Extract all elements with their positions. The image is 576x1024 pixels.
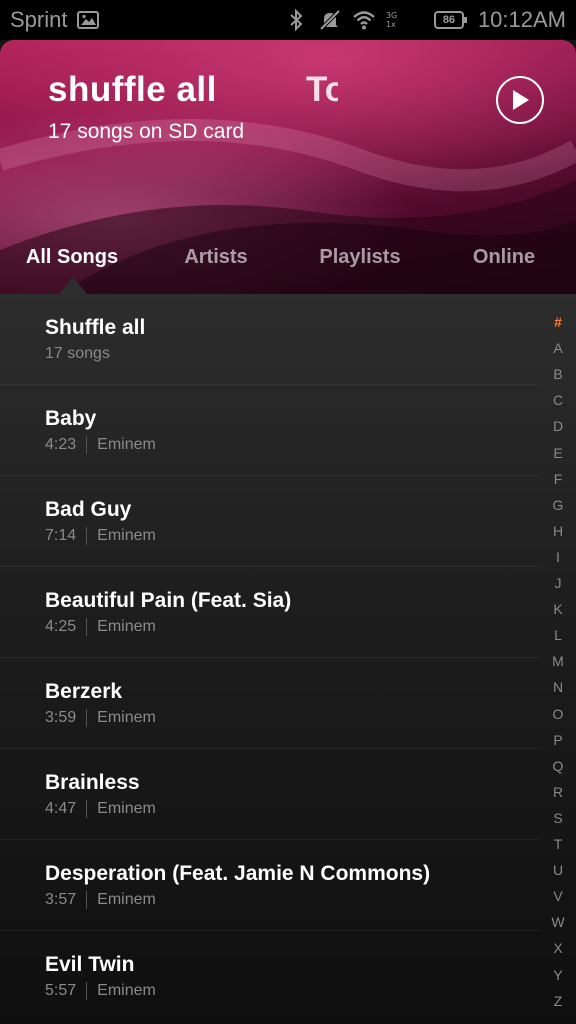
song-title: Baby <box>45 407 97 430</box>
song-artist: Eminem <box>97 709 156 726</box>
index-letter[interactable]: M <box>545 653 571 669</box>
song-title: Berzerk <box>45 680 123 703</box>
gallery-icon <box>77 11 100 29</box>
list-item[interactable]: Berzerk 3:59 Eminem <box>0 658 540 749</box>
song-duration: 4:47 <box>45 800 77 817</box>
index-letter[interactable]: D <box>545 418 571 434</box>
header-title: shuffle all <box>48 70 217 109</box>
list-item[interactable]: Desperation (Feat. Jamie N Commons) 3:57… <box>0 840 540 931</box>
tab-playlists[interactable]: Playlists <box>319 246 400 269</box>
index-letter[interactable]: S <box>545 810 571 826</box>
index-letter[interactable]: A <box>545 340 571 356</box>
index-letter[interactable]: Q <box>545 758 571 774</box>
song-meta: 3:59 Eminem <box>45 709 156 727</box>
index-letter[interactable]: E <box>545 445 571 461</box>
status-bar: Sprint 3G 1x 86 10:12AM <box>0 0 576 40</box>
song-duration: 4:25 <box>45 618 77 635</box>
meta-divider <box>86 436 88 454</box>
index-letter[interactable]: C <box>545 392 571 408</box>
song-duration: 3:57 <box>45 891 77 908</box>
shuffle-all-row[interactable]: Shuffle all 17 songs <box>0 294 540 385</box>
active-tab-indicator <box>59 277 87 294</box>
song-duration: 5:57 <box>45 982 77 999</box>
song-meta: 7:14 Eminem <box>45 527 156 545</box>
mute-icon <box>319 9 341 31</box>
song-artist: Eminem <box>97 527 156 544</box>
song-duration: 4:23 <box>45 436 77 453</box>
index-letter[interactable]: W <box>545 914 571 930</box>
tab-all-songs[interactable]: All Songs <box>26 246 118 269</box>
index-letter[interactable]: O <box>545 706 571 722</box>
tab-online[interactable]: Online <box>473 246 535 269</box>
index-letter[interactable]: X <box>545 940 571 956</box>
song-meta: 5:57 Eminem <box>45 982 156 1000</box>
meta-divider <box>86 527 88 545</box>
song-artist: Eminem <box>97 982 156 999</box>
meta-divider <box>86 891 88 909</box>
index-letter[interactable]: B <box>545 366 571 382</box>
song-duration: 3:59 <box>45 709 77 726</box>
carrier-label: Sprint <box>10 7 68 32</box>
clock: 10:12AM <box>477 7 566 32</box>
song-artist: Eminem <box>97 891 156 908</box>
next-page-title[interactable]: To <box>306 70 338 110</box>
song-count: 17 songs <box>45 345 110 362</box>
header-subtitle: 17 songs on SD card <box>48 120 245 143</box>
index-letter[interactable]: N <box>545 679 571 695</box>
song-duration: 7:14 <box>45 527 77 544</box>
meta-divider <box>86 800 88 818</box>
index-letter[interactable]: I <box>545 549 571 565</box>
list-item[interactable]: Beautiful Pain (Feat. Sia) 4:25 Eminem <box>0 567 540 658</box>
index-letter[interactable]: V <box>545 888 571 904</box>
index-letter[interactable]: F <box>545 471 571 487</box>
song-list: Shuffle all 17 songs Baby 4:23 Eminem Ba… <box>0 294 576 1024</box>
player-header: shuffle all To 17 songs on SD card All S… <box>0 40 576 294</box>
index-letter[interactable]: J <box>545 575 571 591</box>
song-title: Desperation (Feat. Jamie N Commons) <box>45 862 431 885</box>
list-item[interactable]: Evil Twin 5:57 Eminem <box>0 931 540 1022</box>
battery-level: 86 <box>442 14 456 26</box>
index-letter[interactable]: L <box>545 627 571 643</box>
list-item[interactable]: Brainless 4:47 Eminem <box>0 749 540 840</box>
song-title: Bad Guy <box>45 498 132 521</box>
list-item[interactable]: Bad Guy 7:14 Eminem <box>0 476 540 567</box>
meta-divider <box>86 618 88 636</box>
song-title: Beautiful Pain (Feat. Sia) <box>45 589 292 612</box>
tab-artists[interactable]: Artists <box>184 246 247 269</box>
song-artist: Eminem <box>97 800 156 817</box>
play-icon <box>513 90 529 110</box>
index-letter[interactable]: R <box>545 784 571 800</box>
song-artist: Eminem <box>97 436 156 453</box>
index-letter[interactable]: P <box>545 732 571 748</box>
index-letter[interactable]: U <box>545 862 571 878</box>
index-letter[interactable]: T <box>545 836 571 852</box>
song-artist: Eminem <box>97 618 156 635</box>
network-type: 3G <box>385 11 398 20</box>
song-meta: 4:23 Eminem <box>45 436 156 454</box>
song-meta: 3:57 Eminem <box>45 891 156 909</box>
song-title: Evil Twin <box>45 953 135 976</box>
network-type-2: 1x <box>385 20 396 29</box>
index-letter[interactable]: Z <box>545 993 571 1009</box>
index-letter[interactable]: H <box>545 523 571 539</box>
play-button[interactable] <box>496 76 544 124</box>
battery-icon: 86 <box>433 11 467 29</box>
song-meta: 4:47 Eminem <box>45 800 156 818</box>
song-title: Brainless <box>45 771 140 794</box>
tab-bar: All Songs Artists Playlists Online <box>0 240 576 280</box>
index-letter[interactable]: G <box>545 497 571 513</box>
index-letter[interactable]: Y <box>545 967 571 983</box>
shuffle-all-count: 17 songs <box>45 345 110 363</box>
meta-divider <box>86 709 88 727</box>
bluetooth-icon <box>290 8 303 32</box>
meta-divider <box>86 982 88 1000</box>
shuffle-all-title: Shuffle all <box>45 316 146 339</box>
index-letter[interactable]: K <box>545 601 571 617</box>
song-meta: 4:25 Eminem <box>45 618 156 636</box>
index-letter[interactable]: # <box>545 314 571 330</box>
wifi-icon <box>353 11 375 30</box>
list-item[interactable]: Baby 4:23 Eminem <box>0 385 540 476</box>
signal-icon: 3G 1x <box>386 11 424 29</box>
